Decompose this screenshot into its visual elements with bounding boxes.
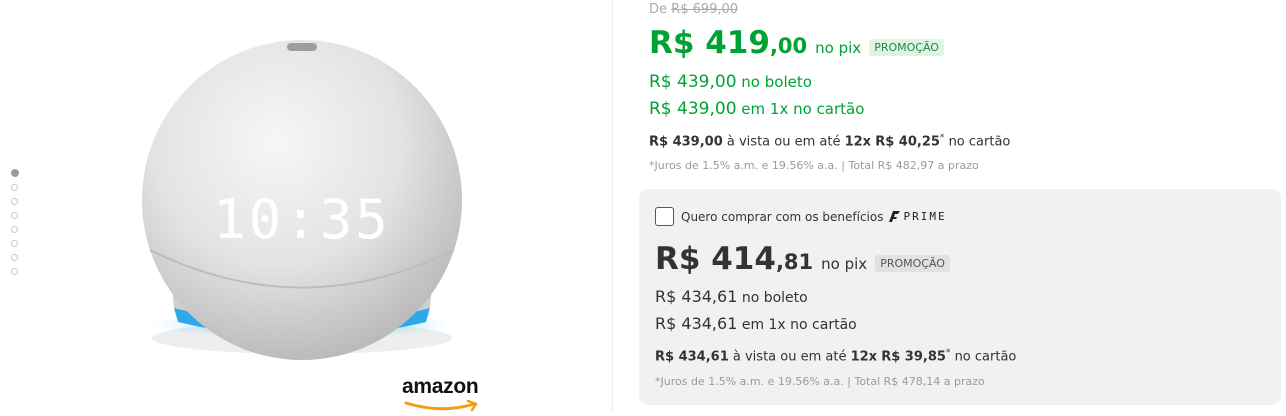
- prime-checkbox[interactable]: [655, 207, 674, 226]
- installment-value: R$ 40,25: [875, 134, 940, 150]
- prime-card-price: R$ 434,61 em 1x no cartão: [655, 314, 857, 333]
- prime-pix-price-integer: R$ 414: [655, 241, 776, 277]
- prime-boleto-price-value: R$ 434,61: [655, 287, 738, 306]
- prime-boleto-price: R$ 434,61 no boleto: [655, 287, 808, 306]
- card-price: R$ 439,00 em 1x no cartão: [649, 99, 864, 119]
- prime-installment-asterisk: *: [945, 348, 951, 358]
- prime-logo-text: PRIME: [903, 210, 947, 223]
- prime-logo: PRIME: [888, 210, 946, 223]
- prime-installment-suffix: no cartão: [954, 349, 1017, 365]
- brand-logo: amazon: [402, 376, 488, 416]
- prime-pix-label: no pix: [821, 255, 868, 273]
- card-label: em 1x no cartão: [741, 100, 865, 118]
- installment-suffix: no cartão: [948, 134, 1011, 150]
- prime-pix-price-cents: ,81: [775, 250, 814, 274]
- gallery-dot-4[interactable]: [11, 212, 18, 219]
- pix-label: no pix: [815, 39, 862, 57]
- prime-checkbox-row[interactable]: Quero comprar com os benefícios PRIME: [655, 207, 947, 226]
- gallery-dot-5[interactable]: [11, 226, 18, 233]
- gallery-dot-3[interactable]: [11, 198, 18, 205]
- boleto-price-value: R$ 439,00: [649, 72, 737, 92]
- prime-boleto-label: no boleto: [741, 290, 808, 306]
- gallery-dot-1[interactable]: [11, 169, 19, 177]
- prime-offer-box: Quero comprar com os benefícios PRIME R$…: [639, 189, 1281, 405]
- prime-installment-value: R$ 39,85: [881, 349, 946, 365]
- gallery-dot-7[interactable]: [11, 254, 18, 261]
- gallery-dot-8[interactable]: [11, 268, 18, 275]
- installment-info: R$ 439,00 à vista ou em até 12x R$ 40,25…: [649, 133, 1010, 149]
- product-image[interactable]: 10:35: [130, 40, 475, 360]
- prime-pix-price: R$ 414 ,81 no pix PROMOÇÃO: [655, 241, 950, 277]
- amazon-smile-icon: [404, 399, 478, 412]
- boleto-price: R$ 439,00 no boleto: [649, 72, 812, 92]
- installment-total: R$ 439,00: [649, 134, 723, 150]
- product-gallery: 10:35 amazon: [0, 0, 612, 412]
- price-panel: De R$ 699,00 R$ 419 ,00 no pix PROMOÇÃO …: [613, 0, 1286, 412]
- old-price-value: R$ 699,00: [671, 2, 739, 17]
- boleto-label: no boleto: [741, 73, 812, 91]
- prime-promo-badge: PROMOÇÃO: [875, 255, 950, 272]
- brand-logo-text: amazon: [402, 375, 479, 398]
- prime-checkbox-label[interactable]: Quero comprar com os benefícios: [681, 210, 883, 224]
- svg-text:10:35: 10:35: [213, 188, 391, 251]
- installment-text: à vista ou em até: [726, 134, 841, 150]
- gallery-dot-2[interactable]: [11, 184, 18, 191]
- gallery-dot-6[interactable]: [11, 240, 18, 247]
- prime-logo-icon: [889, 211, 901, 222]
- prime-installment-info: R$ 434,61 à vista ou em até 12x R$ 39,85…: [655, 348, 1016, 364]
- card-price-value: R$ 439,00: [649, 99, 737, 119]
- installment-asterisk: *: [939, 133, 945, 143]
- pix-price-integer: R$ 419: [649, 25, 770, 61]
- prime-interest-note: *Juros de 1.5% a.m. e 19.56% a.a. | Tota…: [655, 375, 985, 388]
- gallery-pagination: [11, 169, 21, 282]
- pix-price: R$ 419 ,00 no pix PROMOÇÃO: [649, 25, 944, 61]
- promo-badge: PROMOÇÃO: [869, 39, 944, 56]
- prime-installment-text: à vista ou em até: [732, 349, 847, 365]
- interest-note: *Juros de 1.5% a.m. e 19.56% a.a. | Tota…: [649, 159, 979, 172]
- prime-installment-count: 12x: [850, 349, 878, 365]
- pix-price-cents: ,00: [769, 34, 808, 58]
- installment-count: 12x: [844, 134, 872, 150]
- old-price: De R$ 699,00: [649, 2, 738, 17]
- prime-card-price-value: R$ 434,61: [655, 314, 738, 333]
- prime-card-label: em 1x no cartão: [741, 317, 857, 333]
- old-price-prefix: De: [649, 2, 668, 17]
- prime-installment-total: R$ 434,61: [655, 349, 729, 365]
